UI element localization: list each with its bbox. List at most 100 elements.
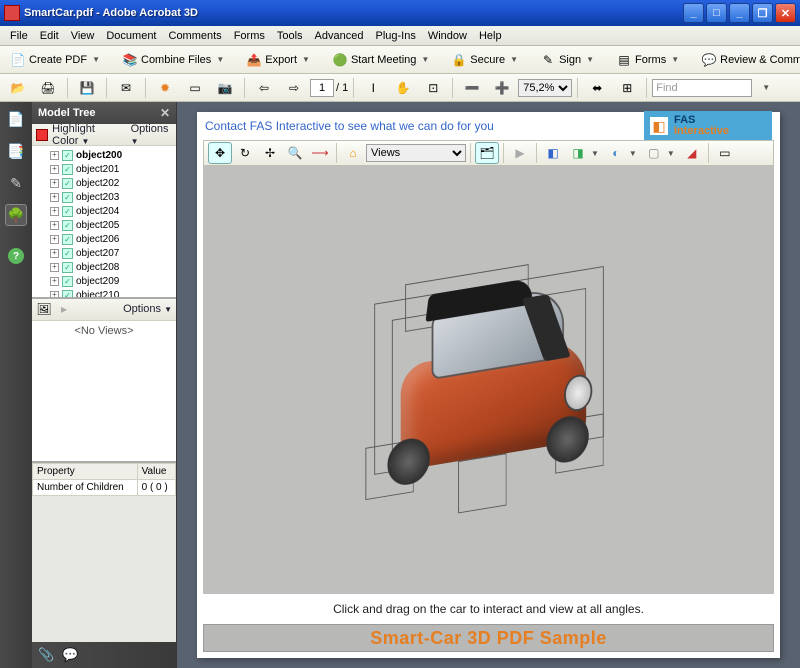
comment-icon[interactable]: 💬 bbox=[62, 647, 78, 663]
checkbox-icon[interactable]: ✓ bbox=[62, 234, 73, 245]
3d-modeltree-button[interactable]: 🗂 bbox=[475, 142, 499, 164]
expand-icon[interactable]: + bbox=[50, 207, 59, 216]
help-button[interactable]: ? bbox=[8, 248, 24, 264]
menu-window[interactable]: Window bbox=[422, 28, 473, 44]
maximize-button-1[interactable]: □ bbox=[706, 3, 727, 23]
3d-extra-button[interactable]: ▭ bbox=[713, 142, 737, 164]
review-button[interactable]: 💬Review & Comment▼ bbox=[695, 49, 800, 71]
menu-help[interactable]: Help bbox=[473, 28, 508, 44]
3d-zoom-button[interactable]: 🔍 bbox=[283, 142, 307, 164]
forms-button[interactable]: ▤Forms▼ bbox=[610, 49, 685, 71]
menu-plugins[interactable]: Plug-Ins bbox=[369, 28, 421, 44]
expand-icon[interactable]: + bbox=[50, 221, 59, 230]
sign-button[interactable]: ✎Sign▼ bbox=[534, 49, 600, 71]
save-button[interactable]: 💾 bbox=[73, 77, 101, 99]
secure-button[interactable]: 🔒Secure▼ bbox=[445, 49, 524, 71]
expand-icon[interactable]: + bbox=[50, 193, 59, 202]
menu-advanced[interactable]: Advanced bbox=[309, 28, 370, 44]
zoom-select[interactable]: 75,2% bbox=[518, 79, 572, 97]
menu-comments[interactable]: Comments bbox=[163, 28, 228, 44]
menu-tools[interactable]: Tools bbox=[271, 28, 309, 44]
checkbox-icon[interactable]: ✓ bbox=[62, 206, 73, 217]
fit-page-button[interactable]: ⊞ bbox=[613, 77, 641, 99]
3d-viewport[interactable] bbox=[203, 166, 774, 594]
zoom-in-button[interactable]: ➕ bbox=[488, 77, 516, 99]
pages-panel-button[interactable]: 📄 bbox=[5, 108, 27, 130]
checkbox-icon[interactable]: ✓ bbox=[62, 178, 73, 189]
3d-projection-button[interactable]: ◧ bbox=[541, 142, 565, 164]
3d-play-button[interactable]: ▶ bbox=[508, 142, 532, 164]
next-page-button[interactable]: ⇨ bbox=[280, 77, 308, 99]
3d-rotate-button[interactable]: ✥ bbox=[208, 142, 232, 164]
3d-cross-button[interactable]: ◢ bbox=[680, 142, 704, 164]
restore-button[interactable]: ❐ bbox=[752, 3, 773, 23]
tree-item-object203[interactable]: +✓object203 bbox=[34, 190, 174, 204]
sign-panel-button[interactable]: ✎ bbox=[5, 172, 27, 194]
views-icon[interactable]: 🖼 bbox=[36, 301, 52, 317]
create-pdf-button[interactable]: 📄Create PDF▼ bbox=[4, 49, 106, 71]
tree-item-object202[interactable]: +✓object202 bbox=[34, 176, 174, 190]
export-button[interactable]: 📤Export▼ bbox=[240, 49, 316, 71]
expand-icon[interactable]: + bbox=[50, 179, 59, 188]
expand-icon[interactable]: + bbox=[50, 235, 59, 244]
select-tool-button[interactable]: I bbox=[359, 77, 387, 99]
bookmarks-panel-button[interactable]: 📑 bbox=[5, 140, 27, 162]
3d-render-button[interactable]: ◨▼ bbox=[566, 142, 603, 164]
zoom-out-button[interactable]: ➖ bbox=[458, 77, 486, 99]
expand-icon[interactable]: + bbox=[50, 151, 59, 160]
checkbox-icon[interactable]: ✓ bbox=[62, 276, 73, 287]
tree-item-object208[interactable]: +✓object208 bbox=[34, 260, 174, 274]
highlight-color-swatch[interactable] bbox=[36, 129, 48, 141]
expand-icon[interactable]: + bbox=[50, 263, 59, 272]
panel-options-dropdown[interactable]: Options ▼ bbox=[131, 123, 172, 147]
fit-width-button[interactable]: ⬌ bbox=[583, 77, 611, 99]
tree-item-object204[interactable]: +✓object204 bbox=[34, 204, 174, 218]
checkbox-icon[interactable]: ✓ bbox=[62, 164, 73, 175]
tree-item-object206[interactable]: +✓object206 bbox=[34, 232, 174, 246]
checkbox-icon[interactable]: ✓ bbox=[62, 290, 73, 297]
close-button[interactable]: ✕ bbox=[775, 3, 796, 23]
expand-icon[interactable]: + bbox=[50, 165, 59, 174]
3d-pan-button[interactable]: ✢ bbox=[258, 142, 282, 164]
3d-spin-button[interactable]: ↻ bbox=[233, 142, 257, 164]
email-button[interactable]: ✉ bbox=[112, 77, 140, 99]
checkbox-icon[interactable]: ✓ bbox=[62, 220, 73, 231]
views-nav-icon[interactable]: ▸ bbox=[56, 301, 72, 317]
3d-light-button[interactable]: ◐▼ bbox=[604, 142, 641, 164]
tool-3d-button[interactable]: ✹ bbox=[151, 77, 179, 99]
open-button[interactable]: 📂 bbox=[4, 77, 32, 99]
checkbox-icon[interactable]: ✓ bbox=[62, 150, 73, 161]
start-meeting-button[interactable]: 🟢Start Meeting▼ bbox=[326, 49, 435, 71]
prev-page-button[interactable]: ⇦ bbox=[250, 77, 278, 99]
checkbox-icon[interactable]: ✓ bbox=[62, 248, 73, 259]
tree-item-object200[interactable]: +✓object200 bbox=[34, 148, 174, 162]
marquee-zoom-button[interactable]: ⊡ bbox=[419, 77, 447, 99]
find-dropdown[interactable]: ▼ bbox=[754, 77, 776, 99]
views-options-dropdown[interactable]: Options ▼ bbox=[123, 303, 172, 315]
tree-item-object209[interactable]: +✓object209 bbox=[34, 274, 174, 288]
expand-icon[interactable]: + bbox=[50, 249, 59, 258]
combine-files-button[interactable]: 📚Combine Files▼ bbox=[116, 49, 230, 71]
document-viewport[interactable]: Contact FAS Interactive to see what we c… bbox=[177, 102, 800, 668]
page-number-input[interactable] bbox=[310, 79, 334, 97]
checkbox-icon[interactable]: ✓ bbox=[62, 262, 73, 273]
modeltree-panel-button[interactable]: 🌳 bbox=[5, 204, 27, 226]
tree-item-object210[interactable]: +✓object210 bbox=[34, 288, 174, 297]
expand-icon[interactable]: + bbox=[50, 277, 59, 286]
3d-walk-button[interactable]: ⟶ bbox=[308, 142, 332, 164]
find-input[interactable] bbox=[652, 79, 752, 97]
tool-camera-button[interactable]: 📷 bbox=[211, 77, 239, 99]
menu-edit[interactable]: Edit bbox=[34, 28, 65, 44]
checkbox-icon[interactable]: ✓ bbox=[62, 192, 73, 203]
attachment-icon[interactable]: 📎 bbox=[38, 647, 54, 663]
print-button[interactable]: 🖨 bbox=[34, 77, 62, 99]
highlight-color-dropdown[interactable]: Highlight Color ▼ bbox=[52, 123, 122, 147]
hand-tool-button[interactable]: ✋ bbox=[389, 77, 417, 99]
3d-bgcolor-button[interactable]: ▢▼ bbox=[642, 142, 679, 164]
tool-page-button[interactable]: ▭ bbox=[181, 77, 209, 99]
contact-link[interactable]: Contact FAS Interactive to see what we c… bbox=[205, 119, 494, 133]
menu-document[interactable]: Document bbox=[100, 28, 162, 44]
tree-item-object207[interactable]: +✓object207 bbox=[34, 246, 174, 260]
object-tree[interactable]: +✓object200+✓object201+✓object202+✓objec… bbox=[32, 146, 176, 297]
tree-item-object205[interactable]: +✓object205 bbox=[34, 218, 174, 232]
